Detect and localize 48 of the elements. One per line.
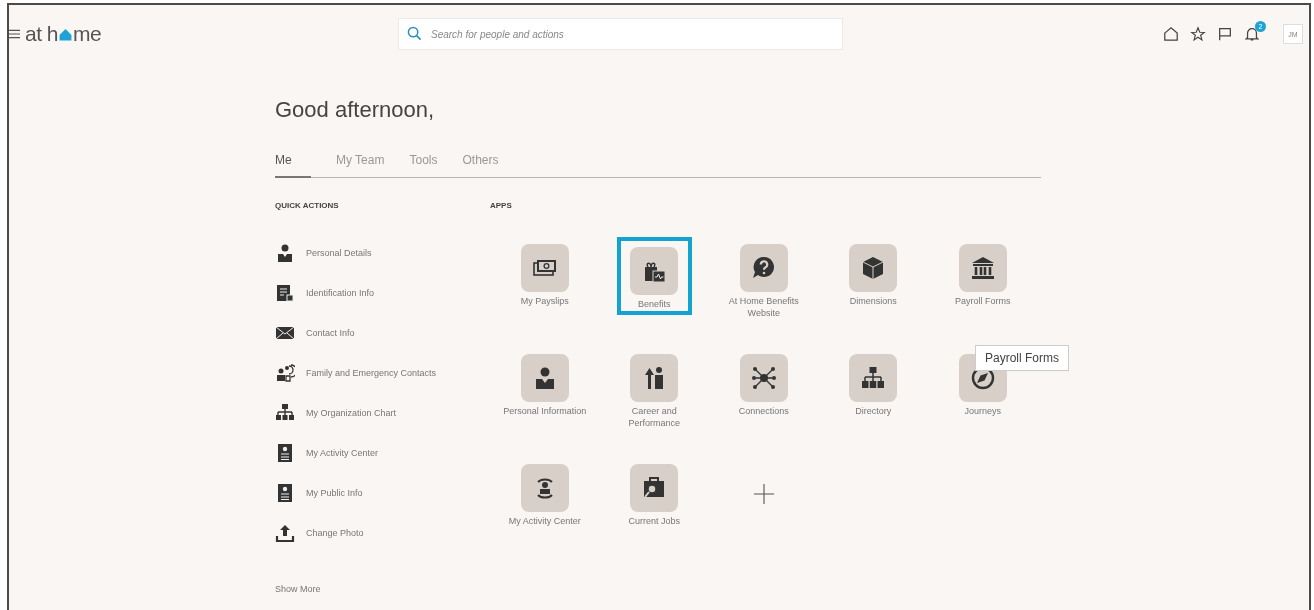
quick-action-link[interactable]: Contact Info: [306, 328, 355, 338]
show-more-link[interactable]: Show More: [275, 584, 490, 594]
app-tile[interactable]: Directory: [822, 350, 924, 446]
search-field[interactable]: Search for people and actions: [398, 18, 843, 50]
bank-icon: [970, 256, 995, 280]
app-tile[interactable]: My Activity Center: [494, 460, 596, 556]
network-icon: [751, 366, 776, 390]
quick-action-link[interactable]: My Activity Center: [306, 448, 379, 458]
app-tile[interactable]: Current Jobs: [603, 460, 705, 556]
app-tile[interactable]: Benefits: [616, 237, 692, 315]
tab[interactable]: Others: [462, 153, 499, 178]
greeting: Good afternoon,: [275, 97, 435, 123]
person-icon: [275, 243, 295, 263]
section-heading: APPS: [490, 201, 513, 210]
tab[interactable]: My Team: [336, 153, 385, 178]
idcard-icon: [275, 283, 295, 303]
app-tile[interactable]: At Home Benefits Website: [713, 240, 815, 336]
bell-icon[interactable]: [1244, 26, 1260, 42]
logo[interactable]: at h me: [25, 22, 102, 46]
jobs-icon: [642, 476, 667, 500]
upload-icon: [275, 523, 295, 543]
app-tile[interactable]: Dimensions: [822, 240, 924, 336]
cube-icon: [861, 256, 886, 280]
quick-action-link[interactable]: My Organization Chart: [306, 408, 397, 418]
home-icon[interactable]: [1163, 26, 1179, 42]
tab[interactable]: Tools: [409, 153, 438, 178]
app-tile[interactable]: Connections: [713, 350, 815, 446]
app-tile[interactable]: Personal Information: [494, 350, 596, 446]
section-heading: QUICK ACTIONS: [275, 201, 340, 210]
app-tile[interactable]: Career and Performance: [603, 350, 705, 446]
quick-action-link[interactable]: Identification Info: [306, 288, 375, 298]
quick-action-link[interactable]: My Public Info: [306, 488, 363, 498]
quick-action-link[interactable]: Change Photo: [306, 528, 364, 538]
star-icon[interactable]: [1190, 26, 1206, 42]
tab[interactable]: Me: [275, 153, 311, 178]
org-icon: [275, 403, 295, 423]
flag-icon[interactable]: [1217, 26, 1233, 42]
family-icon: [275, 363, 295, 383]
menu-icon[interactable]: [9, 29, 20, 39]
quick-action-link[interactable]: Family and Emergency Contacts: [306, 368, 437, 378]
tooltip: Payroll Forms: [975, 345, 1069, 371]
badge-icon: [275, 483, 295, 503]
org-icon: [861, 366, 886, 390]
app-tile[interactable]: Payroll Forms: [932, 240, 1034, 336]
app-tile[interactable]: My Payslips: [494, 240, 596, 336]
badge-icon: [275, 443, 295, 463]
quick-action-link[interactable]: Personal Details: [306, 248, 372, 258]
help-icon: [751, 256, 776, 280]
